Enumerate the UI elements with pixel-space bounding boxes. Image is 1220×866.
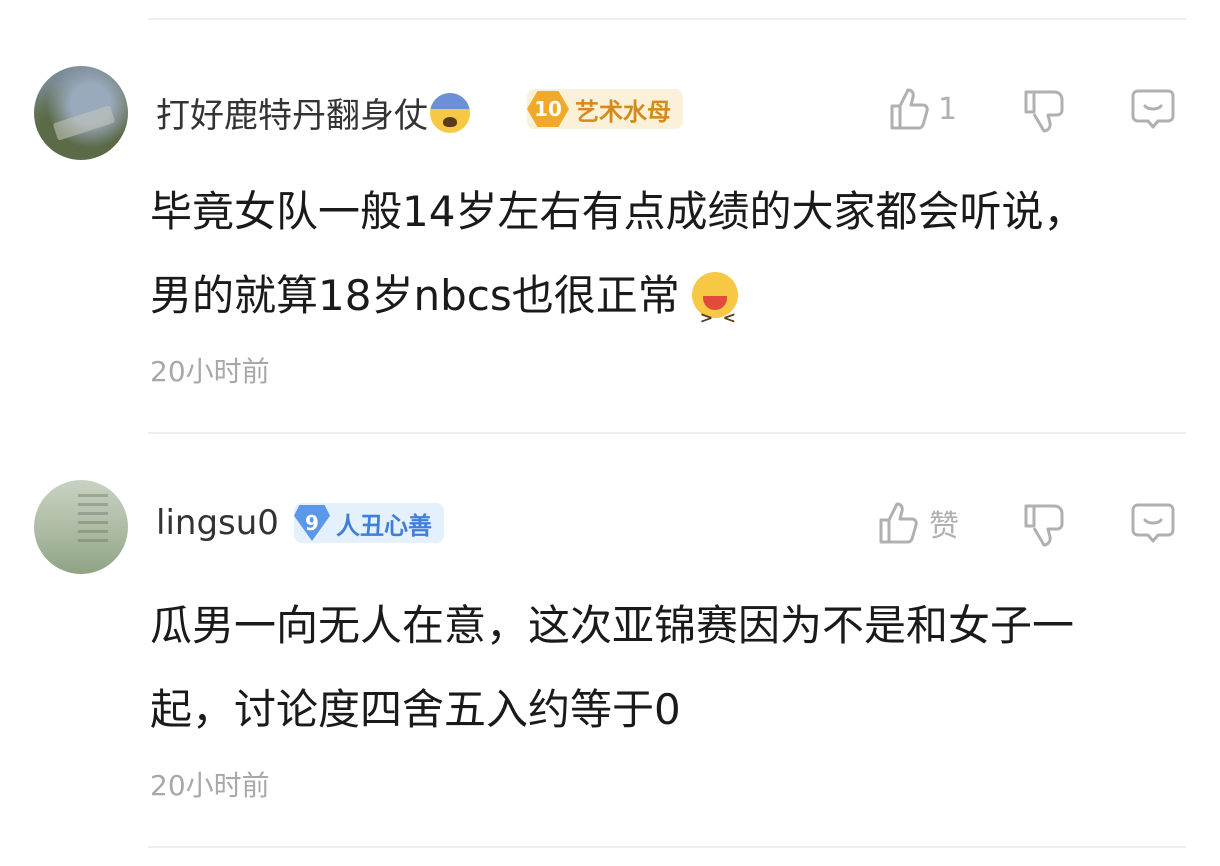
like-label: 赞 [929,509,959,544]
reply-button[interactable] [1130,88,1176,132]
comment-time: 20小时前 [150,355,270,388]
like-count: 1 [938,91,958,127]
reply-button[interactable] [1130,502,1176,546]
username-text: lingsu0 [156,503,279,543]
comment-content: 毕竟女队一般14岁左右有点成绩的大家都会听说， 男的就算18岁nbcs也很正常 [150,170,1190,360]
divider [148,18,1186,20]
laughing-face-emoji-icon [691,272,738,360]
avatar[interactable] [34,480,128,574]
divider [148,432,1186,434]
thumb-up-icon [890,88,929,130]
like-button[interactable]: 赞 [877,500,959,546]
comment-text-line-2: 男的就算18岁nbcs也很正常 [150,254,1190,360]
comment-text-line: 起，讨论度四舍五入约等于0 [150,685,681,734]
comment-time: 20小时前 [150,769,270,802]
fan-level-badge[interactable]: 9 人丑心善 [294,503,444,543]
username-text: 打好鹿特丹翻身仗 [156,96,428,136]
thumb-down-icon [1024,504,1064,547]
comment-bubble-icon [1131,89,1175,129]
comment-content: 瓜男一向无人在意，这次亚锦赛因为不是和女子一 起，讨论度四舍五入约等于0 [150,584,1190,752]
username[interactable]: lingsu0 [156,503,279,543]
fearful-face-emoji-icon [430,92,470,133]
dislike-button[interactable] [1022,502,1066,548]
comment-text-line: 瓜男一向无人在意，这次亚锦赛因为不是和女子一 [150,601,1075,650]
comment-bubble-icon [1131,503,1175,543]
fan-level-badge[interactable]: 10 艺术水母 [527,89,683,129]
dislike-button[interactable] [1022,88,1066,134]
comment-text-line: 男的就算18岁nbcs也很正常 [150,271,680,320]
badge-level-number: 10 [527,91,569,127]
badge-title: 人丑心善 [336,511,432,540]
divider [148,846,1186,848]
avatar[interactable] [34,66,128,160]
thumb-up-icon [879,502,918,544]
like-button[interactable]: 1 [888,86,957,132]
badge-level-number: 9 [294,505,330,541]
comment-text-line: 毕竟女队一般14岁左右有点成绩的大家都会听说， [150,187,1086,236]
thumb-down-icon [1024,90,1064,133]
username[interactable]: 打好鹿特丹翻身仗 [156,88,470,137]
badge-title: 艺术水母 [575,97,671,126]
